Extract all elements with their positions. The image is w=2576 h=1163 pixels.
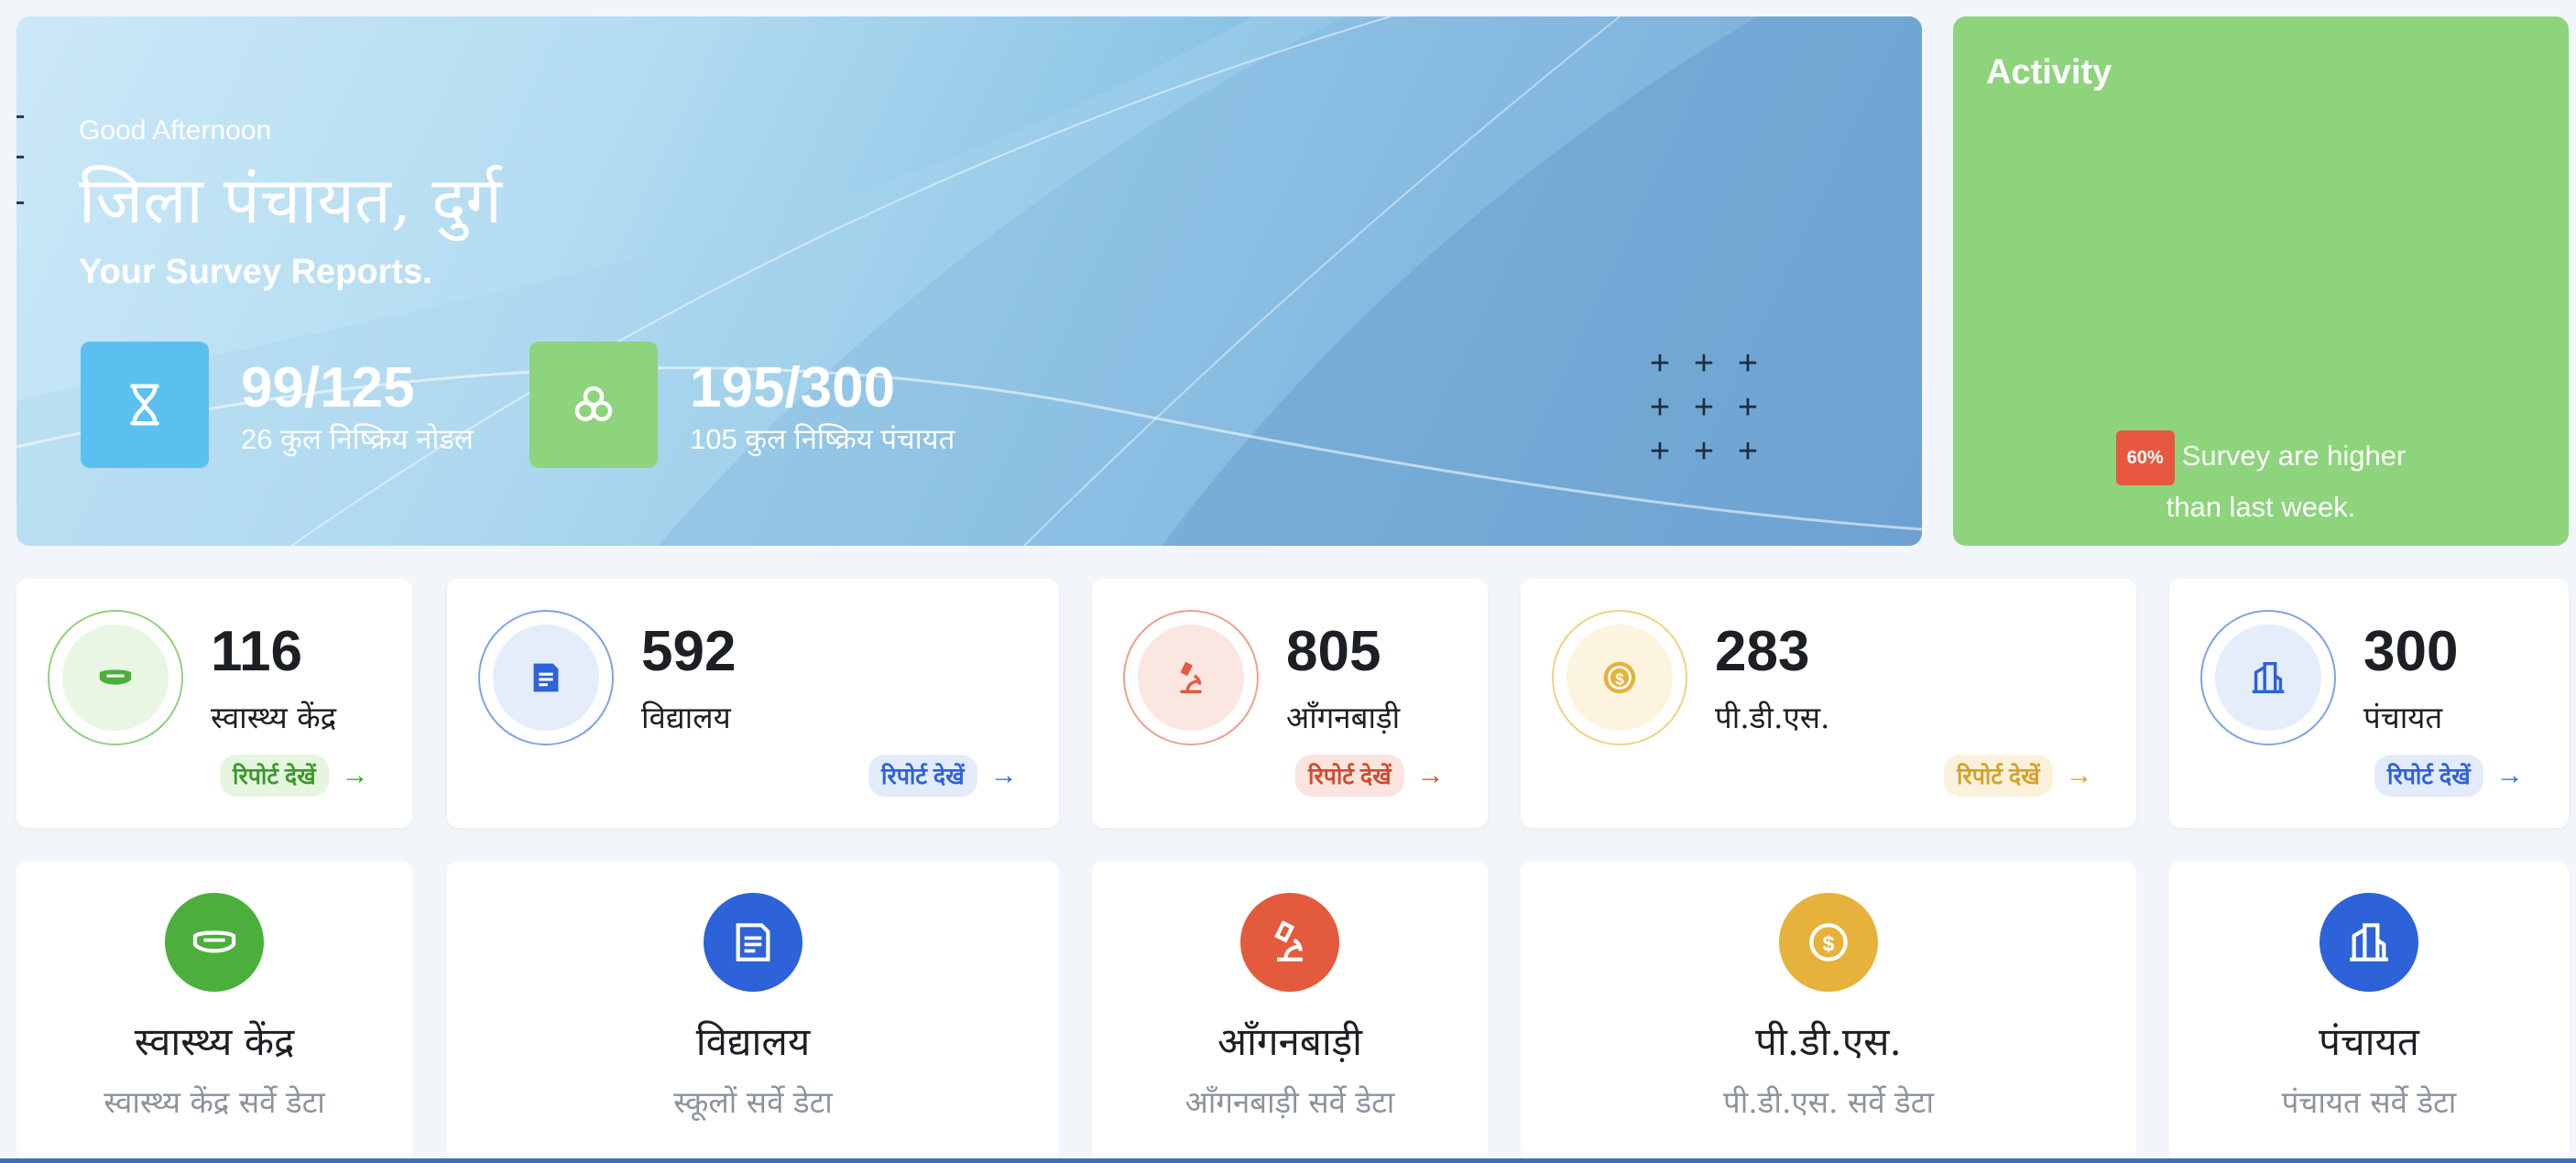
plus-pattern-decoration: + + + + + + + + +	[1649, 344, 1759, 471]
pds-icon-ring: $	[1552, 610, 1687, 745]
data-card-subtitle: पी.डी.एस. सर्वे डेटा	[1723, 1084, 1934, 1120]
anganwadi-label: आँगनबाड़ी	[1286, 700, 1401, 735]
edge-tick	[16, 201, 24, 204]
pds-label: पी.डी.एस.	[1715, 700, 1830, 735]
anganwadi-count: 805	[1286, 620, 1381, 683]
school-circle	[704, 893, 802, 992]
summary-card-anganwadi: 805 आँगनबाड़ी रिपोर्ट देखें →	[1092, 579, 1488, 828]
microscope-icon	[1274, 920, 1303, 962]
panchayat-circle	[2319, 893, 2418, 992]
data-card-anganwadi[interactable]: आँगनबाड़ी आँगनबाड़ी सर्वे डेटा	[1092, 861, 1488, 1163]
summary-card-panchayat: 300 पंचायत रिपोर्ट देखें →	[2169, 579, 2569, 828]
data-card-title: पंचायत	[2319, 1019, 2419, 1064]
summary-card-school: 592 विद्यालय रिपोर्ट देखें →	[447, 579, 1059, 828]
pds-count: 283	[1715, 620, 1810, 683]
anganwadi-circle	[1240, 893, 1339, 992]
data-card-title: आँगनबाड़ी	[1217, 1019, 1363, 1064]
pds-report-link[interactable]: रिपोर्ट देखें →	[1944, 755, 2093, 797]
data-card-title: विद्यालय	[695, 1019, 811, 1064]
arrow-right-icon[interactable]: →	[990, 760, 1018, 791]
panchayat-count: 300	[2363, 620, 2459, 683]
report-link-label[interactable]: रिपोर्ट देखें	[868, 755, 977, 797]
data-card-subtitle: पंचायत सर्वे डेटा	[2281, 1084, 2457, 1120]
circles-icon	[574, 386, 613, 421]
welcome-banner: Good Afternoon जिला पंचायत, दुर्ग Your S…	[16, 16, 1922, 546]
mask-icon	[99, 669, 132, 685]
arrow-right-icon[interactable]: →	[2496, 760, 2524, 791]
microscope-icon	[1180, 661, 1202, 694]
report-link-label[interactable]: रिपोर्ट देखें	[1944, 755, 2053, 797]
data-card-panchayat[interactable]: पंचायत पंचायत सर्वे डेटा	[2169, 861, 2569, 1163]
summary-card-health: 116 स्वास्थ्य केंद्र रिपोर्ट देखें →	[16, 579, 412, 828]
data-card-school[interactable]: विद्यालय स्कूलों सर्वे डेटा	[447, 861, 1059, 1163]
school-report-link[interactable]: रिपोर्ट देखें →	[868, 755, 1018, 797]
hourglass-icon	[130, 384, 159, 426]
anganwadi-icon-ring	[1123, 610, 1259, 745]
data-card-pds[interactable]: $ पी.डी.एस. पी.डी.एस. सर्वे डेटा	[1521, 861, 2136, 1163]
activity-text-line1: Survey are higher	[2181, 440, 2407, 473]
panchayat-report-link[interactable]: रिपोर्ट देखें →	[2374, 755, 2524, 797]
coin-icon: $	[1809, 923, 1848, 962]
page-title: जिला पंचायत, दुर्ग	[79, 163, 502, 238]
coin-icon: $	[1603, 661, 1636, 694]
arrow-right-icon[interactable]: →	[342, 760, 369, 791]
edge-tick	[16, 115, 24, 118]
health-circle	[165, 893, 264, 992]
health-report-link[interactable]: रिपोर्ट देखें →	[220, 755, 369, 797]
health-icon-ring	[48, 610, 183, 745]
anganwadi-report-link[interactable]: रिपोर्ट देखें →	[1295, 755, 1445, 797]
activity-title: Activity	[1986, 53, 2112, 92]
nodal-stat-icon-box	[81, 342, 209, 468]
data-card-title: स्वास्थ्य केंद्र	[134, 1019, 295, 1064]
nodal-stat-label: 26 कुल निष्क्रिय नोडल	[241, 423, 474, 455]
health-label: स्वास्थ्य केंद्र	[211, 700, 337, 735]
report-link-label[interactable]: रिपोर्ट देखें	[1295, 755, 1404, 797]
book-icon	[533, 663, 559, 692]
edge-tick	[16, 156, 24, 158]
nodal-stat-value: 99/125	[241, 356, 415, 419]
percent-badge: 60%	[2115, 430, 2175, 485]
panchayat-icon-ring	[2200, 610, 2336, 745]
school-count: 592	[641, 620, 737, 683]
data-card-health[interactable]: स्वास्थ्य केंद्र स्वास्थ्य केंद्र सर्वे …	[16, 861, 412, 1163]
health-count: 116	[211, 620, 303, 683]
data-card-subtitle: स्वास्थ्य केंद्र सर्वे डेटा	[104, 1084, 325, 1120]
svg-text:$: $	[1823, 931, 1835, 955]
data-card-subtitle: स्कूलों सर्वे डेटा	[673, 1084, 833, 1120]
pds-circle: $	[1779, 893, 1878, 992]
arrow-right-icon[interactable]: →	[2066, 760, 2093, 791]
activity-text-line2: than last week.	[2166, 491, 2356, 523]
arrow-right-icon[interactable]: →	[1417, 760, 1445, 791]
school-icon-ring	[478, 610, 614, 745]
data-card-subtitle: आँगनबाड़ी सर्वे डेटा	[1184, 1084, 1395, 1120]
building-icon	[2350, 923, 2388, 962]
school-label: विद्यालय	[641, 700, 731, 735]
panchayat-stat-icon-box	[529, 342, 658, 468]
book-icon	[736, 923, 770, 962]
svg-text:$: $	[1615, 670, 1624, 689]
building-icon	[2252, 661, 2285, 694]
activity-card: Activity 60% Survey are higher than last …	[1953, 16, 2569, 546]
summary-card-pds: $ 283 पी.डी.एस. रिपोर्ट देखें →	[1521, 579, 2136, 828]
panchayat-label: पंचायत	[2363, 700, 2443, 735]
panchayat-stat-label: 105 कुल निष्क्रिय पंचायत	[690, 423, 955, 455]
page-subtitle: Your Survey Reports.	[79, 253, 432, 291]
report-link-label[interactable]: रिपोर्ट देखें	[2374, 755, 2483, 797]
activity-summary: 60% Survey are higher than last week.	[1953, 430, 2569, 529]
bottom-border	[0, 1158, 2576, 1163]
data-card-title: पी.डी.एस.	[1755, 1019, 1902, 1064]
panchayat-stat-value: 195/300	[690, 356, 896, 419]
mask-icon	[192, 930, 236, 953]
greeting-text: Good Afternoon	[79, 115, 272, 146]
report-link-label[interactable]: रिपोर्ट देखें	[220, 755, 329, 797]
